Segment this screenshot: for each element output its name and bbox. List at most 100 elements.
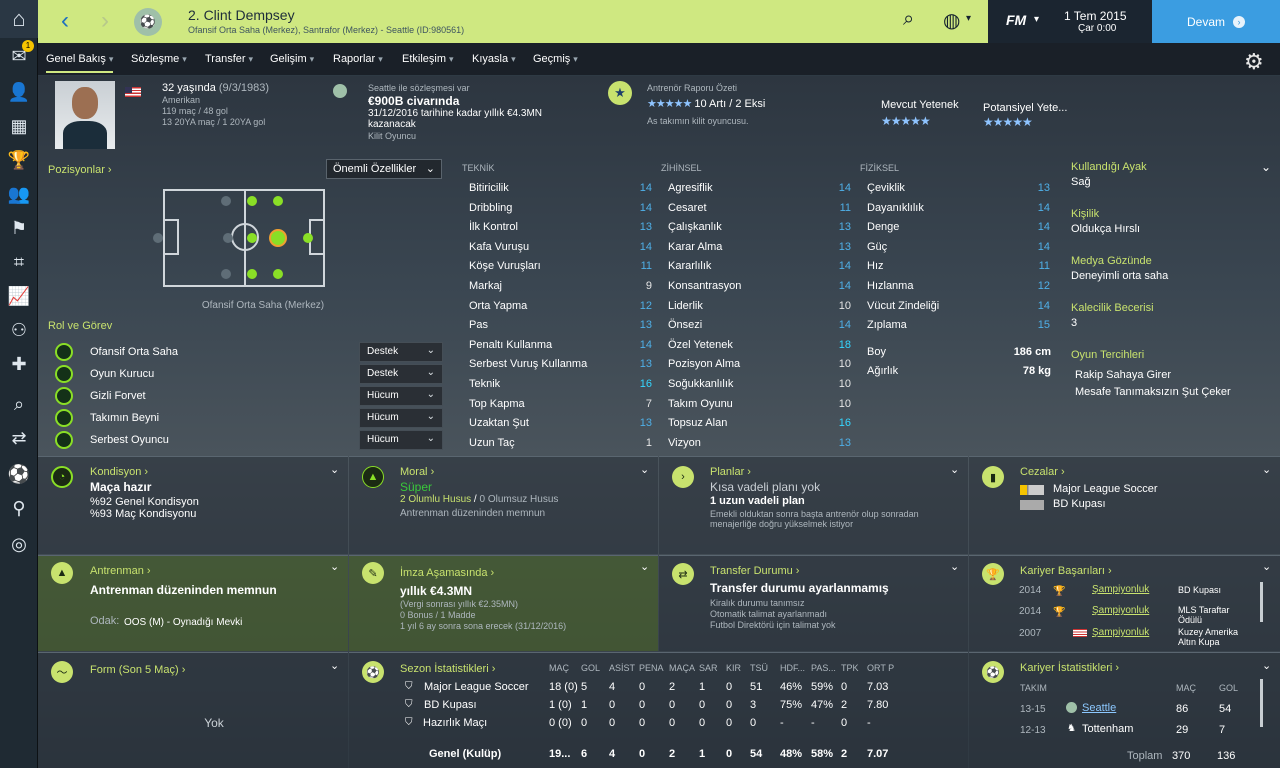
- competition-icon: ⛉: [405, 717, 413, 728]
- positions-title[interactable]: Pozisyonlar ›: [48, 164, 112, 176]
- attribute-value: 13: [639, 319, 652, 332]
- chevron-down-icon[interactable]: ⌄: [1262, 560, 1271, 573]
- role-duty-dropdown[interactable]: Hücum ⌄: [359, 408, 443, 428]
- globe-icon[interactable]: ◍: [943, 8, 960, 33]
- season-header[interactable]: MAÇA: [669, 663, 695, 673]
- form-title[interactable]: Form (Son 5 Maç) ›: [90, 664, 185, 676]
- stats-icon[interactable]: 📈: [5, 282, 33, 310]
- foot-value: Sağ: [1071, 176, 1091, 188]
- chevron-down-icon[interactable]: ⌄: [950, 560, 959, 573]
- chevron-down-icon[interactable]: ⌄: [640, 560, 649, 573]
- scouting-icon[interactable]: ⌕: [5, 390, 33, 418]
- condition-title-text: Kondisyon: [90, 466, 142, 478]
- morale-main: Süper: [400, 480, 433, 494]
- dropdown-label: Önemli Özellikler: [333, 163, 417, 175]
- bans-title[interactable]: Cezalar ›: [1020, 466, 1065, 478]
- tactics-icon[interactable]: ⌗: [5, 248, 33, 276]
- signing-line: (Vergi sonrası yıllık €2.35MN): [400, 599, 519, 609]
- staff-icon[interactable]: 👥: [5, 180, 33, 208]
- condition-title[interactable]: Kondisyon ›: [90, 466, 148, 478]
- foot-title: Kullandığı Ayak: [1071, 161, 1147, 173]
- career-total-apps: 370: [1172, 750, 1191, 762]
- career-team[interactable]: Seattle: [1082, 702, 1116, 714]
- tab-label: Raporlar: [333, 53, 376, 65]
- honour-label[interactable]: Şampiyonluk: [1092, 584, 1149, 595]
- signing-line: 0 Bonus / 1 Madde: [400, 610, 476, 620]
- tab-transfer[interactable]: Transfer ▾: [205, 53, 253, 65]
- role-rating-icon: [55, 409, 73, 427]
- tab-overview[interactable]: Genel Bakış ▾: [46, 53, 114, 73]
- season-cell: 0: [581, 717, 588, 729]
- attribute-name: Serbest Vuruş Kullanma: [469, 358, 588, 371]
- transfer-icon[interactable]: ⇄: [5, 424, 33, 452]
- role-duty-dropdown[interactable]: Destek ⌄: [359, 364, 443, 384]
- tab-contract[interactable]: Sözleşme ▾: [131, 53, 187, 65]
- role-duty-dropdown[interactable]: Hücum ⌄: [359, 386, 443, 406]
- season-header[interactable]: TPK: [841, 663, 859, 673]
- tab-reports[interactable]: Raporlar ▾: [333, 53, 383, 65]
- pref-item: Rakip Sahaya Girer: [1075, 369, 1171, 381]
- honours-title[interactable]: Kariyer Başarıları ›: [1020, 565, 1112, 577]
- transfer-title[interactable]: Transfer Durumu ›: [710, 565, 799, 577]
- attribute-name: Vizyon: [668, 436, 701, 449]
- training-icon[interactable]: ⚑: [5, 214, 33, 242]
- season-header[interactable]: PAS...: [811, 663, 836, 673]
- chevron-down-icon[interactable]: ▾: [966, 13, 971, 24]
- back-icon[interactable]: ‹: [50, 6, 80, 36]
- personality-value: Oldukça Hırslı: [1071, 223, 1141, 235]
- schedule-icon[interactable]: ▦: [5, 112, 33, 140]
- squad-icon[interactable]: 👤: [5, 78, 33, 106]
- training-title[interactable]: Antrenman ›: [90, 565, 151, 577]
- role-duty-dropdown[interactable]: Hücum ⌄: [359, 430, 443, 450]
- chevron-down-icon[interactable]: ⌄: [1262, 463, 1271, 476]
- honour-label[interactable]: Şampiyonluk: [1092, 627, 1149, 638]
- chevron-down-icon[interactable]: ⌄: [1262, 659, 1271, 672]
- attributes-dropdown[interactable]: Önemli Özellikler ⌄: [326, 159, 442, 179]
- career-title[interactable]: Kariyer İstatistikleri ›: [1020, 662, 1119, 674]
- role-duty-dropdown[interactable]: Destek ⌄: [359, 342, 443, 362]
- youth-icon[interactable]: ⚲: [5, 494, 33, 522]
- chevron-down-icon[interactable]: ⌄: [640, 463, 649, 476]
- season-header[interactable]: ASİST: [609, 663, 635, 673]
- ball-icon[interactable]: ⚽: [5, 460, 33, 488]
- trophy-icon[interactable]: 🏆: [5, 146, 33, 174]
- morale-title-text: Moral: [400, 466, 428, 478]
- honour-label[interactable]: Şampiyonluk: [1092, 605, 1149, 616]
- scrollbar[interactable]: [1260, 582, 1263, 622]
- career-team[interactable]: Tottenham: [1082, 723, 1133, 735]
- season-title[interactable]: Sezon İstatistikleri ›: [400, 663, 495, 675]
- potential-ability-label: Potansiyel Yete...: [983, 102, 1068, 114]
- morale-title[interactable]: Moral ›: [400, 466, 434, 478]
- club-icon[interactable]: ⚇: [5, 316, 33, 344]
- season-header[interactable]: HDF...: [780, 663, 805, 673]
- tab-history[interactable]: Geçmiş ▾: [533, 53, 578, 65]
- chevron-down-icon[interactable]: ⌄: [950, 463, 959, 476]
- scrollbar[interactable]: [1260, 679, 1263, 727]
- season-header[interactable]: GOL: [581, 663, 600, 673]
- search-icon[interactable]: ⌕: [903, 8, 914, 31]
- season-header[interactable]: ORT P: [867, 663, 894, 673]
- gear-icon[interactable]: ⚙: [1244, 49, 1264, 75]
- tab-interaction[interactable]: Etkileşim ▾: [402, 53, 454, 65]
- medical-icon[interactable]: ✚: [5, 350, 33, 378]
- continue-button[interactable]: Devam ›: [1152, 0, 1280, 43]
- season-header[interactable]: PENA: [639, 663, 664, 673]
- chevron-down-icon[interactable]: ⌄: [1261, 160, 1271, 174]
- season-header[interactable]: SAR: [699, 663, 718, 673]
- training-focus-label: Odak:: [90, 615, 120, 627]
- season-cell: 0 (0): [549, 717, 572, 729]
- season-header[interactable]: KIR: [726, 663, 741, 673]
- home-icon[interactable]: ⌂: [0, 0, 38, 38]
- forward-icon[interactable]: ›: [90, 6, 120, 36]
- chevron-down-icon[interactable]: ⌄: [330, 463, 339, 476]
- season-header[interactable]: TSÜ: [750, 663, 768, 673]
- chevron-down-icon[interactable]: ⌄: [330, 560, 339, 573]
- chevron-down-icon[interactable]: ⌄: [330, 659, 339, 672]
- season-header[interactable]: MAÇ: [549, 663, 569, 673]
- tab-compare[interactable]: Kıyasla ▾: [472, 53, 516, 65]
- signing-title[interactable]: İmza Aşamasında ›: [400, 567, 494, 579]
- fm-menu[interactable]: FM ▾ 1 Tem 2015 Çar 0:00: [988, 0, 1152, 43]
- plans-title[interactable]: Planlar ›: [710, 466, 751, 478]
- finance-icon[interactable]: ◎: [5, 530, 33, 558]
- tab-development[interactable]: Gelişim ▾: [270, 53, 314, 65]
